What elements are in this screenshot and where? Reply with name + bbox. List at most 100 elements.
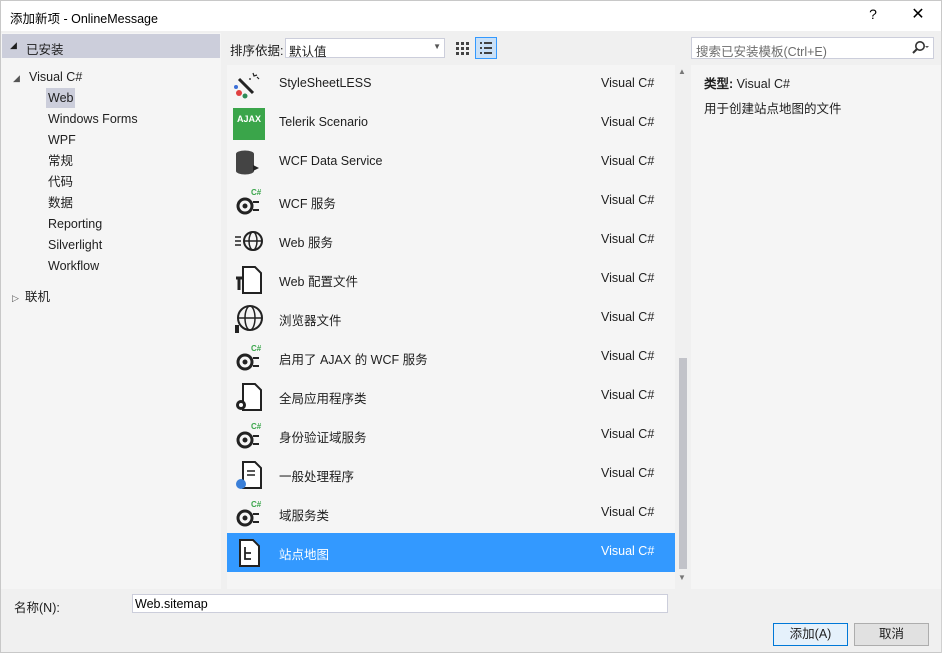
template-type: Visual C#: [601, 349, 655, 363]
list-item[interactable]: C# 启用了 AJAX 的 WCF 服务 Visual C#: [227, 338, 675, 377]
svg-text:C#: C#: [251, 344, 262, 353]
template-name: Web 配置文件: [279, 275, 358, 289]
template-type: Visual C#: [601, 271, 655, 285]
wcf-service-icon: C#: [233, 186, 265, 218]
list-item[interactable]: 全局应用程序类 Visual C#: [227, 377, 675, 416]
list-scrollbar[interactable]: ▲ ▼: [676, 65, 690, 589]
tree-item-general[interactable]: 常规: [48, 151, 73, 171]
template-name: Telerik Scenario: [279, 115, 368, 129]
scroll-up-icon[interactable]: ▲: [678, 67, 686, 76]
list-item[interactable]: AJAX Telerik Scenario Visual C#: [227, 104, 675, 143]
installed-section-header[interactable]: ◢ 已安装: [2, 34, 220, 58]
title-bar: 添加新项 - OnlineMessage ? ✕: [1, 1, 941, 31]
add-new-item-dialog: 添加新项 - OnlineMessage ? ✕ ◢ 已安装 ◢ Visual …: [0, 0, 942, 653]
template-type: Visual C#: [601, 544, 655, 558]
scroll-thumb[interactable]: [679, 358, 687, 569]
sort-label: 排序依据:: [230, 44, 284, 58]
tree-item-reporting[interactable]: Reporting: [48, 214, 102, 234]
wcf-service-icon: C#: [233, 342, 265, 374]
template-name: Web 服务: [279, 236, 333, 250]
sitemap-icon: [233, 537, 265, 569]
template-type: Visual C#: [601, 193, 655, 207]
template-name: 全局应用程序类: [279, 392, 367, 406]
template-type: Visual C#: [601, 232, 655, 246]
close-button[interactable]: ✕: [907, 4, 929, 26]
list-view-button[interactable]: [475, 37, 497, 59]
expand-right-arrow-icon[interactable]: ▷: [12, 293, 19, 304]
sort-value: 默认值: [289, 45, 327, 59]
name-label: 名称(N):: [14, 601, 60, 615]
chevron-down-icon: ▼: [433, 42, 441, 51]
list-item[interactable]: StyleSheetLESS Visual C#: [227, 65, 675, 104]
add-button[interactable]: 添加(A): [773, 623, 848, 646]
list-item-selected[interactable]: 站点地图 Visual C#: [227, 533, 675, 572]
tree-item-code[interactable]: 代码: [48, 172, 73, 192]
config-file-icon: [233, 264, 265, 296]
expand-arrow-icon[interactable]: ◢: [13, 73, 20, 84]
template-type: Visual C#: [601, 76, 655, 90]
template-type: Visual C#: [601, 466, 655, 480]
list-view-icon: [480, 42, 492, 54]
tree-item-workflow[interactable]: Workflow: [48, 256, 99, 276]
installed-label: 已安装: [26, 43, 64, 57]
template-name: WCF 服务: [279, 197, 336, 211]
template-name: 浏览器文件: [279, 314, 342, 328]
tree-item-visual-csharp[interactable]: Visual C#: [29, 67, 82, 87]
list-item[interactable]: 浏览器文件 Visual C#: [227, 299, 675, 338]
collapse-arrow-icon[interactable]: ◢: [10, 40, 17, 51]
search-input[interactable]: 搜索已安装模板(Ctrl+E): [691, 37, 934, 59]
wcf-service-icon: C#: [233, 498, 265, 530]
template-name: 一般处理程序: [279, 470, 355, 484]
tree-item-data[interactable]: 数据: [48, 193, 73, 213]
tree-item-silverlight[interactable]: Silverlight: [48, 235, 102, 255]
list-item[interactable]: C# 域服务类 Visual C#: [227, 494, 675, 533]
generic-handler-icon: [233, 459, 265, 491]
template-name: 启用了 AJAX 的 WCF 服务: [279, 353, 428, 367]
sort-dropdown[interactable]: 默认值 ▼: [285, 38, 445, 59]
category-tree: ◢ 已安装 ◢ Visual C# Web Windows Forms WPF …: [1, 33, 221, 589]
type-value: Visual C#: [736, 77, 790, 91]
grid-view-icon: [456, 42, 469, 55]
svg-text:C#: C#: [251, 188, 262, 197]
name-field[interactable]: [132, 594, 668, 613]
global-app-class-icon: [233, 381, 265, 413]
wcf-service-icon: C#: [233, 420, 265, 452]
type-line: 类型: Visual C#: [704, 73, 790, 92]
grid-view-button[interactable]: [451, 37, 473, 59]
svg-text:C#: C#: [251, 500, 262, 509]
list-item[interactable]: 一般处理程序 Visual C#: [227, 455, 675, 494]
search-placeholder: 搜索已安装模板(Ctrl+E): [696, 45, 827, 59]
template-type: Visual C#: [601, 505, 655, 519]
list-item[interactable]: WCF Data Service Visual C#: [227, 143, 675, 182]
template-name: StyleSheetLESS: [279, 76, 372, 90]
template-name: WCF Data Service: [279, 154, 383, 168]
cancel-button[interactable]: 取消: [854, 623, 929, 646]
template-type: Visual C#: [601, 388, 655, 402]
list-item[interactable]: C# 身份验证域服务 Visual C#: [227, 416, 675, 455]
name-input[interactable]: [135, 596, 663, 611]
template-list: StyleSheetLESS Visual C# AJAX Telerik Sc…: [227, 65, 675, 589]
tree-item-web[interactable]: Web: [46, 88, 76, 108]
web-service-icon: [233, 225, 265, 257]
help-button[interactable]: ?: [863, 6, 883, 26]
list-item[interactable]: Web 服务 Visual C#: [227, 221, 675, 260]
search-icon[interactable]: [909, 39, 931, 57]
template-description: 用于创建站点地图的文件: [704, 102, 842, 116]
scroll-down-icon[interactable]: ▼: [678, 573, 686, 582]
template-type: Visual C#: [601, 154, 655, 168]
browser-file-icon: [233, 303, 265, 335]
svg-text:C#: C#: [251, 422, 262, 431]
data-service-icon: [233, 147, 265, 179]
tree-item-wpf[interactable]: WPF: [48, 130, 76, 150]
list-item[interactable]: Web 配置文件 Visual C#: [227, 260, 675, 299]
tree-item-windows-forms[interactable]: Windows Forms: [48, 109, 138, 129]
template-name: 域服务类: [279, 509, 330, 523]
tree-item-online[interactable]: 联机: [25, 287, 50, 307]
list-item[interactable]: C# WCF 服务 Visual C#: [227, 182, 675, 221]
window-title: 添加新项 - OnlineMessage: [10, 12, 158, 26]
template-type: Visual C#: [601, 310, 655, 324]
template-type: Visual C#: [601, 115, 655, 129]
less-stylesheet-icon: [233, 69, 265, 101]
ajax-icon-label: AJAX: [237, 114, 261, 124]
type-label: 类型:: [704, 77, 734, 91]
